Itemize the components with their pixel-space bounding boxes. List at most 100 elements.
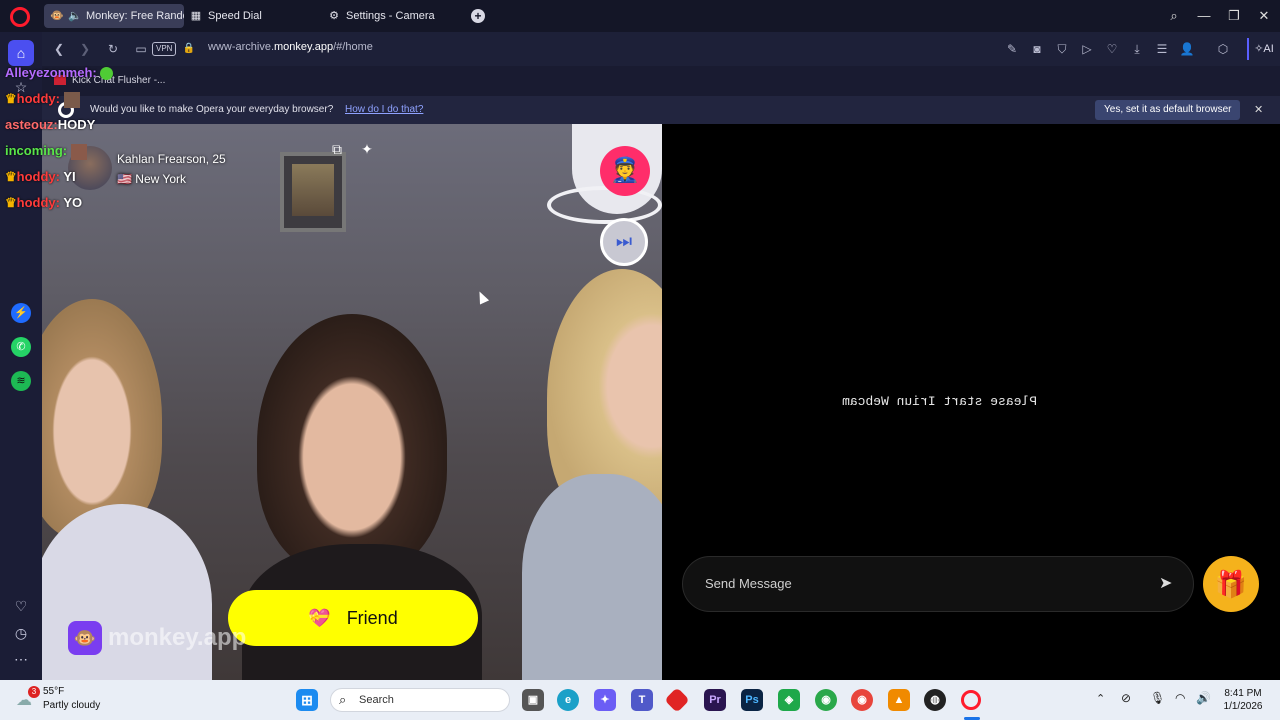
message-input[interactable]: Send Message ➤ (682, 556, 1194, 612)
aria-ai-button[interactable]: ✧AI (1247, 38, 1279, 60)
download-icon[interactable]: ⤓ (1128, 40, 1146, 58)
tab-speed-dial[interactable]: ▦ Speed Dial (184, 4, 314, 28)
monkey-watermark: 🐵 monkey.app (68, 621, 258, 655)
crown-icon: ♛ (5, 195, 17, 210)
premiere-icon[interactable]: Pr (704, 689, 726, 711)
person-center (257, 314, 447, 574)
close-window-button[interactable]: ✕ (1254, 6, 1274, 26)
copilot-icon[interactable]: ✦ (594, 689, 616, 711)
back-icon[interactable]: ❮ (50, 40, 68, 58)
person-left (42, 299, 162, 539)
wifi-icon[interactable]: ◠ (1175, 691, 1185, 705)
shield-icon[interactable]: ⛉ (1053, 40, 1071, 58)
search-placeholder: Search (359, 694, 394, 706)
weather-temp: 55°F (43, 686, 65, 697)
crown-icon: ♛ (5, 169, 17, 184)
pip-icon[interactable]: ⧉ (328, 140, 346, 158)
effects-sparkle-icon[interactable]: ✦ (358, 140, 376, 158)
capcut-icon[interactable]: ◈ (778, 689, 800, 711)
chrome-icon[interactable]: ◉ (851, 689, 873, 711)
tab-label: Speed Dial (208, 10, 262, 22)
easy-setup-icon[interactable]: ☰ (1153, 40, 1171, 58)
snapshot-icon[interactable]: ▭ (132, 40, 150, 58)
teams-icon[interactable]: T (631, 689, 653, 711)
reload-icon[interactable]: ↻ (104, 40, 122, 58)
skip-button[interactable]: ⏭ (600, 218, 648, 266)
cube-icon[interactable]: ⬡ (1214, 40, 1232, 58)
spotify-icon[interactable]: ≋ (11, 371, 31, 391)
tray-muted-icon[interactable]: ⊘ (1121, 691, 1131, 705)
forward-icon[interactable]: ❯ (76, 40, 94, 58)
tab-label: Monkey: Free Random (86, 10, 184, 22)
message-placeholder: Send Message (705, 576, 792, 591)
opera-menu-icon[interactable] (10, 7, 30, 27)
lock-icon: 🔒 (182, 43, 196, 54)
tab-settings-camera[interactable]: ⚙ Settings - Camera (322, 4, 462, 28)
ai-label: AI (1263, 43, 1274, 55)
edge-icon[interactable]: e (557, 689, 579, 711)
url-prefix: www-archive. (208, 41, 275, 53)
location-label: New York (135, 172, 186, 186)
edit-icon[interactable]: ✎ (1003, 40, 1021, 58)
minimize-button[interactable]: — (1194, 6, 1214, 26)
url-field[interactable]: www-archive.monkey.app/#/home (208, 41, 373, 53)
profile-icon[interactable]: 👤 (1178, 40, 1196, 58)
chat-line: ♛hoddy: (5, 91, 80, 108)
opera-taskbar-icon[interactable] (961, 690, 981, 710)
chat-line: incoming: (5, 143, 87, 160)
gift-button[interactable]: 🎁 (1203, 556, 1259, 612)
vpn-badge[interactable]: VPN (152, 42, 177, 56)
new-tab-button[interactable]: + (471, 9, 485, 23)
chat-user: asteouz: (5, 117, 58, 132)
chat-text: YO (63, 195, 83, 210)
taskbar-search[interactable]: ⌕ Search (330, 688, 510, 712)
red-app-icon[interactable] (664, 687, 690, 713)
task-view-icon[interactable]: ▣ (522, 689, 544, 711)
person-right-body (522, 474, 662, 680)
address-bar-row: ❮ ❯ ↻ ▭ VPN 🔒 www-archive.monkey.app/#/h… (42, 32, 1280, 66)
favorite-heart-icon[interactable]: ♡ (1103, 40, 1121, 58)
photoshop-icon[interactable]: Ps (741, 689, 763, 711)
chrome-green-icon[interactable]: ◉ (815, 689, 837, 711)
tray-chevron-icon[interactable]: ⌃ (1096, 692, 1105, 705)
microphone-icon[interactable]: 🎙 (1150, 691, 1165, 705)
obs-icon[interactable]: ◍ (924, 689, 946, 711)
history-icon[interactable]: ◷ (8, 620, 34, 646)
us-flag-icon: 🇺🇸 (117, 172, 132, 186)
report-button[interactable]: 👮 (600, 146, 650, 196)
chat-user: hoddy: (16, 91, 60, 106)
friend-button[interactable]: 💝 Friend (228, 590, 478, 646)
weather-widget[interactable]: ☁ 3 55°F Partly cloudy (14, 686, 124, 714)
search-tabs-icon[interactable]: ⌕ (1164, 6, 1184, 26)
restore-button[interactable]: ❐ (1224, 6, 1244, 26)
bookmarks-bar: Kick Chat Flusher -... (42, 66, 1280, 96)
messenger-icon[interactable]: ⚡ (11, 303, 31, 323)
clock-time: 8:41 PM (1224, 688, 1262, 699)
emote-icon (100, 67, 114, 81)
windows-start-icon[interactable]: ⊞ (296, 689, 318, 711)
set-default-button[interactable]: Yes, set it as default browser (1095, 100, 1241, 120)
heart-icon[interactable]: ♡ (8, 593, 34, 619)
home-icon[interactable]: ⌂ (8, 40, 34, 66)
infobar-help-link[interactable]: How do I do that? (345, 104, 423, 115)
self-video-panel: Please start Iriun Webcam Send Message ➤… (662, 124, 1280, 680)
clock[interactable]: 8:41 PM 1/1/2026 (1218, 687, 1268, 713)
chat-line: asteouz:HODY (5, 117, 95, 132)
volume-icon[interactable]: 🔊 (1196, 691, 1211, 705)
watermark-text: monkey.app (108, 624, 247, 651)
close-infobar-icon[interactable]: ✕ (1254, 103, 1263, 116)
vlc-icon[interactable]: ▲ (888, 689, 910, 711)
speaker-icon: 🔈 (68, 10, 82, 22)
more-icon[interactable]: ⋯ (8, 646, 34, 672)
chat-user: incoming: (5, 143, 68, 158)
send-icon[interactable]: ➤ (1159, 573, 1172, 593)
camera-icon[interactable]: ◙ (1028, 40, 1046, 58)
title-bar: 🐵 🔈 Monkey: Free Random ▦ Speed Dial ⚙ S… (0, 0, 1280, 32)
grid-icon: ▦ (190, 10, 202, 22)
monkey-logo-icon: 🐵 (68, 621, 102, 655)
partner-location: 🇺🇸 New York (117, 172, 186, 186)
whatsapp-icon[interactable]: ✆ (11, 337, 31, 357)
tab-monkey[interactable]: 🐵 🔈 Monkey: Free Random (44, 4, 184, 28)
webcam-status-text: Please start Iriun Webcam (842, 394, 1038, 409)
play-icon[interactable]: ▷ (1078, 40, 1096, 58)
